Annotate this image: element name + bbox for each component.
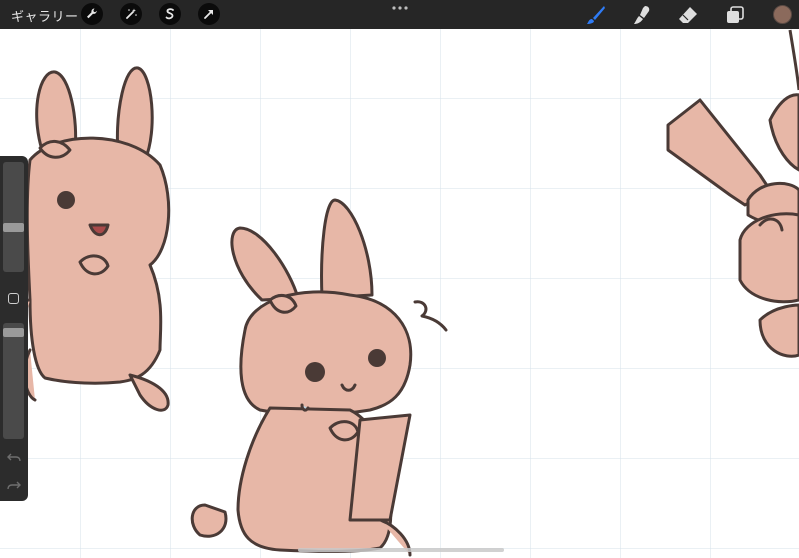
smudge-icon[interactable] [631, 4, 653, 26]
brush-size-slider[interactable] [3, 162, 24, 272]
transform-button[interactable] [198, 3, 220, 25]
undo-icon[interactable] [7, 451, 21, 463]
ellipsis-icon[interactable] [390, 2, 410, 14]
brush-icon[interactable] [585, 4, 607, 26]
drawing-canvas[interactable] [0, 29, 799, 558]
selection-button[interactable] [159, 3, 181, 25]
side-toolbar [0, 156, 28, 501]
color-picker-button[interactable] [773, 5, 792, 24]
gallery-button[interactable]: ギャラリー [11, 6, 79, 25]
brush-size-thumb[interactable] [3, 223, 24, 232]
square-icon[interactable] [8, 293, 19, 304]
layers-icon[interactable] [724, 4, 746, 26]
eraser-icon[interactable] [677, 4, 699, 26]
selection-s-icon [165, 8, 174, 20]
actions-button[interactable] [81, 3, 103, 25]
top-toolbar: ギャラリー [0, 0, 799, 29]
opacity-slider[interactable] [3, 323, 24, 439]
opacity-thumb[interactable] [3, 328, 24, 337]
redo-icon[interactable] [7, 479, 21, 491]
adjustments-button[interactable] [120, 3, 142, 25]
wrench-icon [87, 8, 97, 19]
transform-arrow-icon [204, 10, 213, 19]
magic-wand-icon [126, 8, 137, 19]
home-indicator [298, 548, 504, 552]
